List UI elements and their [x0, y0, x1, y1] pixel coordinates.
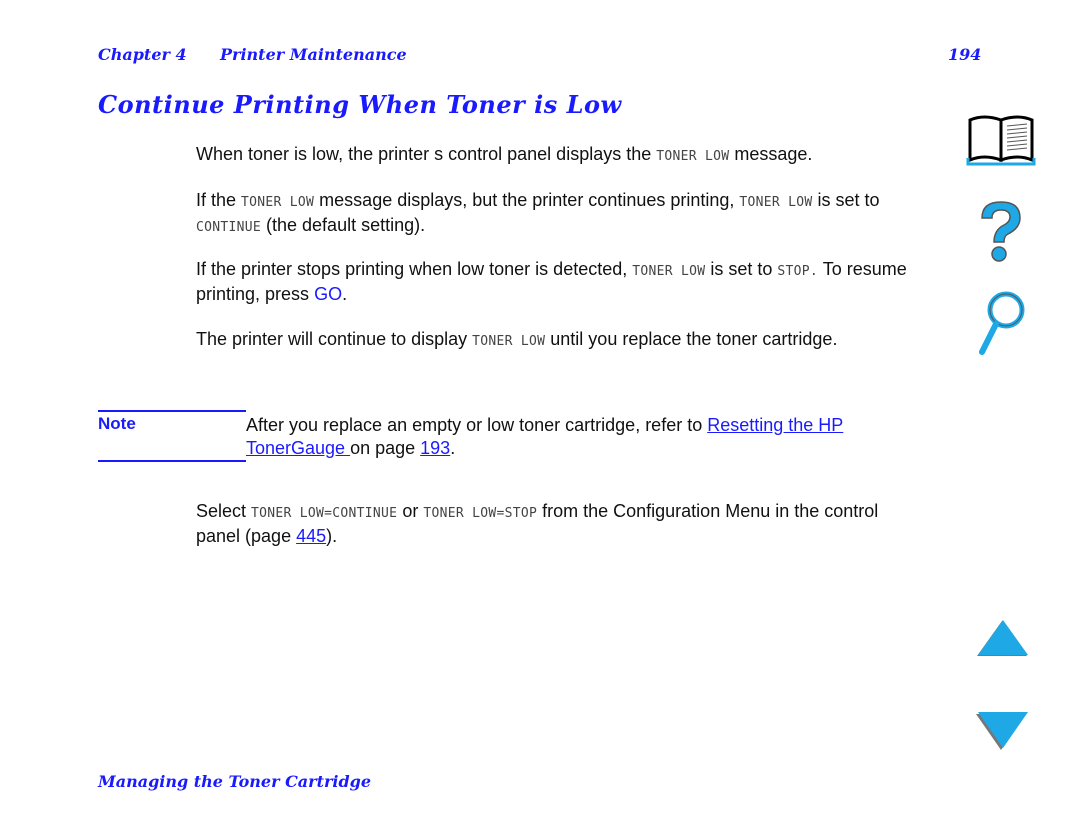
paragraph-4: The printer will continue to display TON… — [196, 328, 896, 353]
next-page-icon[interactable] — [974, 710, 1030, 752]
note-top-rule — [98, 410, 246, 412]
page-number: 194 — [948, 45, 982, 64]
page-title: Continue Printing When Toner is Low — [98, 90, 622, 119]
text: or — [397, 501, 424, 521]
text: until you replace the toner cartridge. — [545, 329, 838, 349]
note-label: Note — [98, 414, 136, 433]
previous-page-icon[interactable] — [974, 618, 1030, 660]
text: message displays, but the printer contin… — [314, 190, 740, 210]
lcd-message: TONER LOW — [472, 334, 546, 349]
text: The printer will continue to display — [196, 329, 473, 349]
text: is set to — [812, 190, 880, 210]
lcd-message: TONER LOW=CONTINUE — [251, 506, 398, 521]
text: Select — [196, 501, 252, 521]
text: message. — [729, 144, 813, 164]
lcd-message: TONER LOW=STOP — [423, 506, 538, 521]
text: on page — [350, 438, 421, 458]
text: If the — [196, 190, 242, 210]
help-icon[interactable] — [976, 198, 1026, 264]
search-icon[interactable] — [976, 290, 1028, 356]
paragraph-1: When toner is low, the printer s control… — [196, 143, 936, 168]
note-bottom-rule — [98, 460, 246, 462]
text: After you replace an empty or low toner … — [246, 415, 708, 435]
paragraph-2: If the TONER LOW message displays, but t… — [196, 189, 936, 239]
go-key: GO — [314, 284, 343, 304]
paragraph-3: If the printer stops printing when low t… — [196, 258, 936, 306]
page-445-link[interactable]: 445 — [296, 526, 326, 546]
book-icon[interactable] — [966, 112, 1038, 166]
page-193-link[interactable]: 193 — [420, 438, 450, 458]
paragraph-5: Select TONER LOW=CONTINUE or TONER LOW=S… — [196, 500, 916, 548]
lcd-message: CONTINUE — [196, 220, 262, 235]
lcd-message: TONER LOW — [739, 195, 813, 210]
lcd-message: TONER LOW — [656, 149, 730, 164]
chapter-label: Chapter 4 — [98, 45, 187, 64]
text: . — [450, 438, 456, 458]
lcd-message: TONER LOW — [632, 264, 706, 279]
text: ). — [326, 526, 338, 546]
text: If the printer stops printing when low t… — [196, 259, 633, 279]
text: is set to — [705, 259, 778, 279]
text: . — [342, 284, 348, 304]
section-footer: Managing the Toner Cartridge — [98, 772, 372, 791]
note-text: After you replace an empty or low toner … — [246, 414, 936, 460]
lcd-message: STOP. — [777, 264, 819, 279]
text: When toner is low, the printer s control… — [196, 144, 657, 164]
text: (the default setting). — [261, 215, 426, 235]
chapter-title: Printer Maintenance — [220, 45, 407, 64]
lcd-message: TONER LOW — [241, 195, 315, 210]
